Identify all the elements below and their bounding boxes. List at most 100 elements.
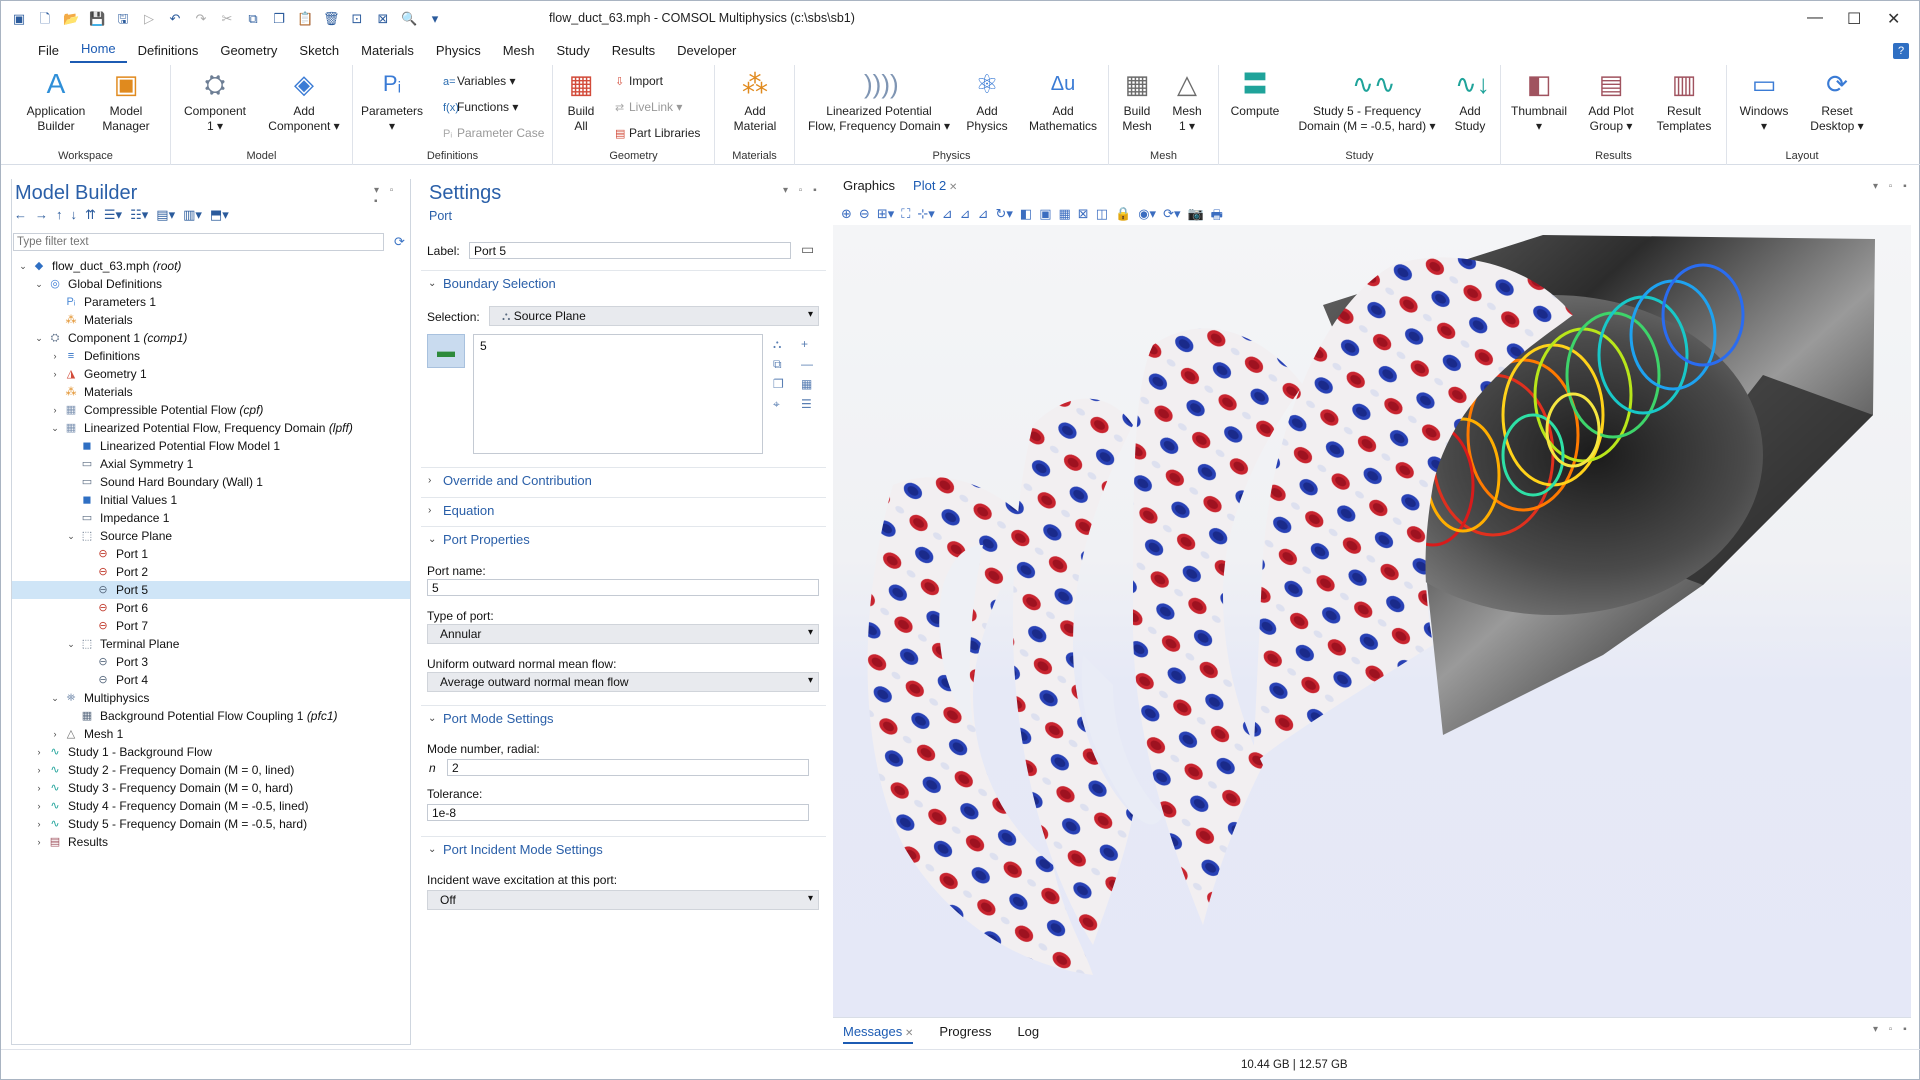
- tree-item-axial-symmetry-1[interactable]: ▭ Axial Symmetry 1: [12, 455, 410, 473]
- menu-tab-file[interactable]: File: [27, 40, 70, 63]
- menu-tab-physics[interactable]: Physics: [425, 40, 492, 63]
- port-name-field[interactable]: 5: [427, 579, 819, 596]
- chevron-right-icon[interactable]: ›: [34, 743, 44, 761]
- move-down-icon[interactable]: ↓: [71, 207, 78, 223]
- copy-selection-icon[interactable]: ⧉: [773, 354, 784, 374]
- add-component-button[interactable]: ◈ Add Component ▾: [261, 69, 347, 134]
- active-toggle-icon[interactable]: ▬: [427, 334, 465, 368]
- incident-wave-combo[interactable]: Off: [427, 890, 819, 910]
- menu-tab-materials[interactable]: Materials: [350, 40, 425, 63]
- undo-icon[interactable]: ↶: [167, 11, 183, 27]
- close-tab-icon[interactable]: ✕: [902, 1028, 913, 1039]
- zoom-selection-icon[interactable]: ⌖: [773, 394, 784, 414]
- label-options-icon[interactable]: ▭: [801, 241, 814, 258]
- tree-item-source-plane[interactable]: ⌄ ⬚ Source Plane: [12, 527, 410, 545]
- expand-icon[interactable]: ☰▾: [104, 207, 122, 223]
- messages-tab-messages[interactable]: Messages ✕: [843, 1024, 914, 1044]
- parameters-button[interactable]: Pᵢ Parameters ▾: [357, 69, 427, 134]
- mode-number-field[interactable]: 2: [447, 759, 809, 776]
- clear-selection-icon[interactable]: ❐: [773, 374, 784, 394]
- tree-item-parameters-1[interactable]: Pᵢ Parameters 1: [12, 293, 410, 311]
- maximize-button[interactable]: ☐: [1847, 9, 1861, 29]
- selection-combo[interactable]: ⛬ Source Plane: [489, 306, 819, 326]
- livelink-button[interactable]: ⇄ LiveLink ▾: [615, 100, 682, 114]
- tree-item-linearized-potential-flow-frequency-domain[interactable]: ⌄ ▦ Linearized Potential Flow, Frequency D…: [12, 419, 410, 437]
- menu-tab-definitions[interactable]: Definitions: [127, 40, 210, 63]
- label-field[interactable]: Port 5: [469, 242, 791, 259]
- tree-item-study-5-frequency-domain-m-0-5-hard[interactable]: › ∿ Study 5 - Frequency Domain (M = -0.5, …: [12, 815, 410, 833]
- help-button[interactable]: ?: [1893, 43, 1909, 59]
- create-selection-icon[interactable]: ▦: [801, 374, 813, 394]
- tolerance-field[interactable]: 1e-8: [427, 804, 809, 821]
- selection-settings-icon[interactable]: ☰: [801, 394, 813, 414]
- mean-flow-combo[interactable]: Average outward normal mean flow: [427, 672, 819, 692]
- model-manager-button[interactable]: ▣ Model Manager: [96, 69, 156, 134]
- add-physics-button[interactable]: ⚛ Add Physics: [961, 69, 1013, 134]
- menu-tab-home[interactable]: Home: [69, 38, 127, 63]
- chevron-right-icon[interactable]: ›: [50, 725, 60, 743]
- tree-item-impedance-1[interactable]: ▭ Impedance 1: [12, 509, 410, 527]
- refresh-icon[interactable]: ⟳: [394, 234, 405, 250]
- chevron-down-icon[interactable]: ⌄: [18, 257, 28, 275]
- add-study-button[interactable]: ∿↓ Add Study: [1447, 69, 1493, 134]
- tree-item-global-definitions[interactable]: ⌄ ◎ Global Definitions: [12, 275, 410, 293]
- selection-list[interactable]: 5: [473, 334, 763, 454]
- functions-button[interactable]: f(x)Functions ▾: [443, 100, 518, 114]
- chevron-right-icon[interactable]: ›: [34, 779, 44, 797]
- duplicate-icon[interactable]: ❐: [271, 11, 287, 27]
- tree-item-sound-hard-boundary-wall-1[interactable]: ▭ Sound Hard Boundary (Wall) 1: [12, 473, 410, 491]
- add-icon[interactable]: +: [801, 334, 813, 354]
- component-button[interactable]: ⛭ Component 1 ▾: [177, 69, 253, 134]
- compute-button[interactable]: 〓 Compute: [1225, 69, 1285, 119]
- tree-item-materials[interactable]: ⁂ Materials: [12, 383, 410, 401]
- boundary-selection-section[interactable]: ⌄ Boundary Selection: [421, 270, 826, 296]
- graphics-tab-graphics[interactable]: Graphics: [843, 175, 895, 199]
- port-properties-section[interactable]: ⌄ Port Properties: [421, 526, 826, 552]
- chevron-right-icon[interactable]: ›: [50, 365, 60, 383]
- tree-options-icon[interactable]: ▤▾: [156, 207, 175, 223]
- tree-item-definitions[interactable]: › ≡ Definitions: [12, 347, 410, 365]
- tree-item-compressible-potential-flow[interactable]: › ▦ Compressible Potential Flow (cpf): [12, 401, 410, 419]
- tree-item-port-6[interactable]: ⊖ Port 6: [12, 599, 410, 617]
- tree-item-study-4-frequency-domain-m-0-5-lined[interactable]: › ∿ Study 4 - Frequency Domain (M = -0.5, …: [12, 797, 410, 815]
- panel-controls-icon[interactable]: ▾ ▫ ▪: [374, 185, 410, 207]
- thumbnail-button[interactable]: ◧ Thumbnail ▾: [1507, 69, 1571, 134]
- chevron-down-icon[interactable]: ⌄: [34, 275, 44, 293]
- paste-selection-icon[interactable]: ⛬: [773, 334, 784, 354]
- tree-item-port-3[interactable]: ⊖ Port 3: [12, 653, 410, 671]
- paste-icon[interactable]: 📋: [297, 11, 313, 27]
- graphics-canvas[interactable]: [833, 225, 1911, 1017]
- menu-tab-mesh[interactable]: Mesh: [492, 40, 546, 63]
- tree-item-background-potential-flow-coupling-1[interactable]: ▦ Background Potential Flow Coupling 1 (p…: [12, 707, 410, 725]
- add-mathematics-button[interactable]: Δu Add Mathematics: [1023, 69, 1103, 134]
- chevron-right-icon[interactable]: ›: [34, 815, 44, 833]
- chevron-down-icon[interactable]: ⌄: [66, 527, 76, 545]
- override-section[interactable]: › Override and Contribution: [421, 467, 826, 493]
- move-up-icon[interactable]: ↑: [56, 207, 63, 223]
- incident-mode-section[interactable]: ⌄ Port Incident Mode Settings: [421, 836, 826, 862]
- clear-icon[interactable]: ⊠: [375, 11, 391, 27]
- close-button[interactable]: ✕: [1887, 9, 1900, 29]
- parameter-case-button[interactable]: Pᵢ Parameter Case: [443, 126, 544, 140]
- redo-icon[interactable]: ↷: [193, 11, 209, 27]
- application-builder-button[interactable]: A Application Builder: [21, 69, 91, 134]
- tree-item-port-5[interactable]: ⊖ Port 5: [12, 581, 410, 599]
- play-icon[interactable]: ▷: [141, 11, 157, 27]
- chevron-right-icon[interactable]: ›: [50, 347, 60, 365]
- menu-tab-sketch[interactable]: Sketch: [288, 40, 350, 63]
- tree-item-flow-duct-63-mph[interactable]: ⌄ ◆ flow_duct_63.mph (root): [12, 257, 410, 275]
- minimize-button[interactable]: —: [1807, 9, 1823, 27]
- add-material-button[interactable]: ⁂ Add Material: [723, 69, 787, 134]
- chevron-right-icon[interactable]: ›: [34, 797, 44, 815]
- tree-item-terminal-plane[interactable]: ⌄ ⬚ Terminal Plane: [12, 635, 410, 653]
- chevron-down-icon[interactable]: ⌄: [50, 419, 60, 437]
- chevron-right-icon[interactable]: ›: [34, 761, 44, 779]
- back-icon[interactable]: ←: [14, 207, 27, 223]
- save-as-icon[interactable]: 🖫: [115, 11, 131, 27]
- equation-section[interactable]: › Equation: [421, 497, 826, 523]
- select-icon[interactable]: ⊡: [349, 11, 365, 27]
- chevron-right-icon[interactable]: ›: [34, 833, 44, 851]
- tree-item-port-1[interactable]: ⊖ Port 1: [12, 545, 410, 563]
- result-templates-button[interactable]: ▥ Result Templates: [1651, 69, 1717, 134]
- build-all-button[interactable]: ▦ Build All: [559, 69, 603, 134]
